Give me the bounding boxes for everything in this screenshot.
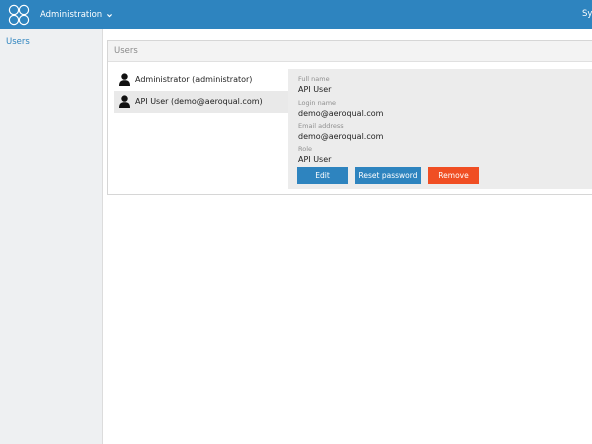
full-name-value: API User	[298, 85, 332, 94]
panel-header: Users	[108, 41, 592, 62]
email-label: Email address	[298, 122, 344, 130]
user-name: API User (demo@aeroqual.com)	[135, 97, 263, 106]
aeroqual-logo-icon[interactable]	[7, 3, 31, 27]
login-name-label: Login name	[298, 99, 337, 107]
top-bar: Administration Sy	[0, 0, 592, 29]
full-name-label: Full name	[298, 75, 330, 83]
remove-button[interactable]: Remove	[428, 167, 479, 184]
user-icon	[119, 73, 130, 86]
user-list-item-api-user[interactable]: API User (demo@aeroqual.com)	[114, 91, 288, 113]
panel-title: Users	[114, 46, 138, 56]
sidebar	[0, 29, 103, 444]
sidebar-item-users[interactable]: Users	[6, 37, 30, 47]
user-name: Administrator (administrator)	[135, 75, 253, 84]
chevron-down-icon	[107, 13, 113, 17]
system-menu[interactable]: Sy	[582, 9, 592, 19]
edit-button[interactable]: Edit	[297, 167, 348, 184]
administration-menu[interactable]: Administration	[40, 8, 113, 22]
email-value: demo@aeroqual.com	[298, 132, 384, 141]
user-list: Administrator (administrator) API User (…	[114, 69, 288, 113]
user-list-item-administrator[interactable]: Administrator (administrator)	[114, 69, 288, 91]
reset-password-button[interactable]: Reset password	[355, 167, 421, 184]
users-panel: Users Administrator (administrator) API …	[107, 40, 592, 195]
role-label: Role	[298, 145, 313, 153]
user-icon	[119, 95, 130, 108]
role-value: API User	[298, 155, 332, 164]
administration-menu-label: Administration	[40, 10, 103, 20]
login-name-value: demo@aeroqual.com	[298, 109, 384, 118]
